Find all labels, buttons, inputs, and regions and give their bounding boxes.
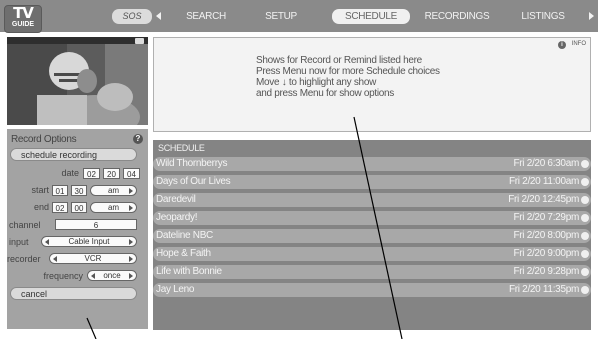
callout-line-info — [353, 116, 403, 339]
callout-lines — [86, 116, 403, 339]
callout-line-cancel — [86, 317, 97, 339]
